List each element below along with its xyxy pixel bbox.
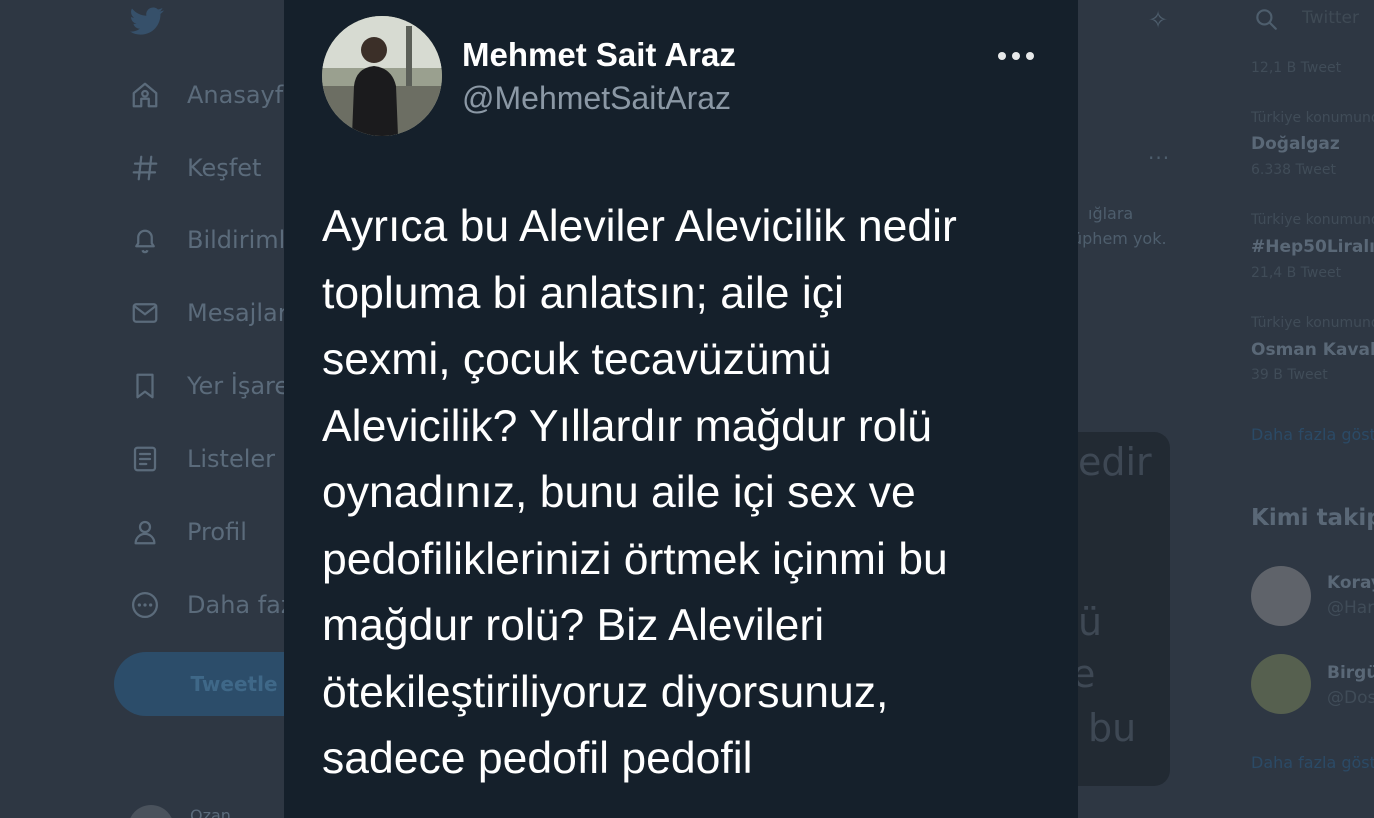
trends-show-more-link[interactable]: Daha fazla göster [1251,425,1374,444]
sidebar-item-home[interactable]: Anasayfa [128,75,298,115]
avatar[interactable] [1251,566,1311,626]
sidebar-item-label: Mesajlar [187,299,288,327]
tweet-text: Ayrıca bu Aleviler Alevicilik nedir topl… [322,194,1062,793]
trend-title[interactable]: Osman Kavala [1251,340,1374,360]
tweet-text-line: Ayrıca bu Aleviler Alevicilik nedir [322,202,957,251]
mail-icon [128,296,162,330]
tweet-author-handle[interactable]: @MehmetSaitAraz [462,80,731,117]
tweet-author-name[interactable]: Mehmet Sait Araz [462,36,736,74]
avatar[interactable] [1251,654,1311,714]
sidebar-item-label: Listeler [187,445,276,473]
tweet-text-line: topluma bi anlatsın; aile içi [322,268,844,318]
sparkle-icon[interactable]: ✧ [1148,6,1168,34]
tweet-text-line: oynadınız, bunu aile içi sex ve [322,468,916,517]
sidebar-item-profile[interactable]: Profil [128,512,247,552]
suggested-user-name[interactable]: Birgü [1327,663,1374,683]
card-text: ü [1078,600,1103,644]
tweet-card: Mehmet Sait Araz @MehmetSaitAraz Ayrıca … [284,0,1078,818]
sidebar-item-lists[interactable]: Listeler [128,439,275,479]
home-icon [128,78,162,112]
avatar-photo [322,16,442,136]
tweet-text-line: ötekileştiriliyoruz diyorsunuz, [322,667,889,717]
sidebar-item-messages[interactable]: Mesajlar [128,293,288,333]
more-options-icon[interactable] [996,40,1036,72]
account-name: Ozan [190,806,231,818]
sidebar-item-label: Keşfet [187,154,262,182]
tweet-text-line: Alevicilik? Yıllardır mağdur rolü [322,401,933,451]
avatar[interactable] [322,16,442,136]
search-icon [1256,9,1277,30]
trend-count: 21,4 B Tweet [1251,265,1342,281]
more-circle-icon [128,588,162,622]
account-avatar[interactable] [128,805,174,818]
screen: Anasayfa Keşfet Bildirimler Mesajlar Yer [0,0,1374,818]
tweet-text-line: mağdur rolü? Biz Alevileri [322,601,825,650]
tweet-text-line: sadece pedofil pedofil [322,734,753,783]
sidebar-item-label: Profil [187,518,247,546]
who-to-follow-title: Kimi takip et [1251,505,1374,531]
person-icon [128,515,162,549]
trend-count: 6.338 Tweet [1251,162,1336,178]
hashtag-icon [128,151,162,185]
suggested-user-handle: @Dos [1327,688,1374,708]
trend-count: 12,1 B Tweet [1251,60,1342,76]
trend-context: Türkiye konumunda [1251,110,1374,126]
trend-context: Türkiye konumunda [1251,212,1374,228]
sidebar-item-notifications[interactable]: Bildirimler [128,220,310,260]
bell-icon [128,223,162,257]
trend-title[interactable]: Doğalgaz [1251,134,1340,154]
bookmark-icon [128,369,162,403]
who-to-follow-show-more-link[interactable]: Daha fazla göster [1251,753,1374,772]
search-input[interactable]: Twitter [1302,8,1359,28]
card-text: edir [1078,440,1152,484]
sidebar-item-explore[interactable]: Keşfet [128,148,261,188]
suggested-user-name[interactable]: Koray [1327,573,1374,593]
sidebar-item-label: Anasayfa [187,81,298,109]
list-icon [128,442,162,476]
trend-count: 39 B Tweet [1251,367,1328,383]
timeline-snippet: ığlara [1088,204,1134,223]
twitter-logo-icon[interactable] [128,4,166,38]
tweet-text-line: pedofiliklerinizi örtmek içinmi bu [322,534,948,584]
tweet-text-line: sexmi, çocuk tecavüzümü [322,335,832,384]
trend-title[interactable]: #Hep50Liralık [1251,237,1374,257]
more-icon[interactable]: ··· [1148,146,1170,170]
suggested-user-handle: @Har [1327,598,1374,618]
card-text: bu [1088,706,1137,750]
timeline-snippet: üphem yok. [1072,229,1167,248]
trend-context: Türkiye konumunda [1251,315,1374,331]
